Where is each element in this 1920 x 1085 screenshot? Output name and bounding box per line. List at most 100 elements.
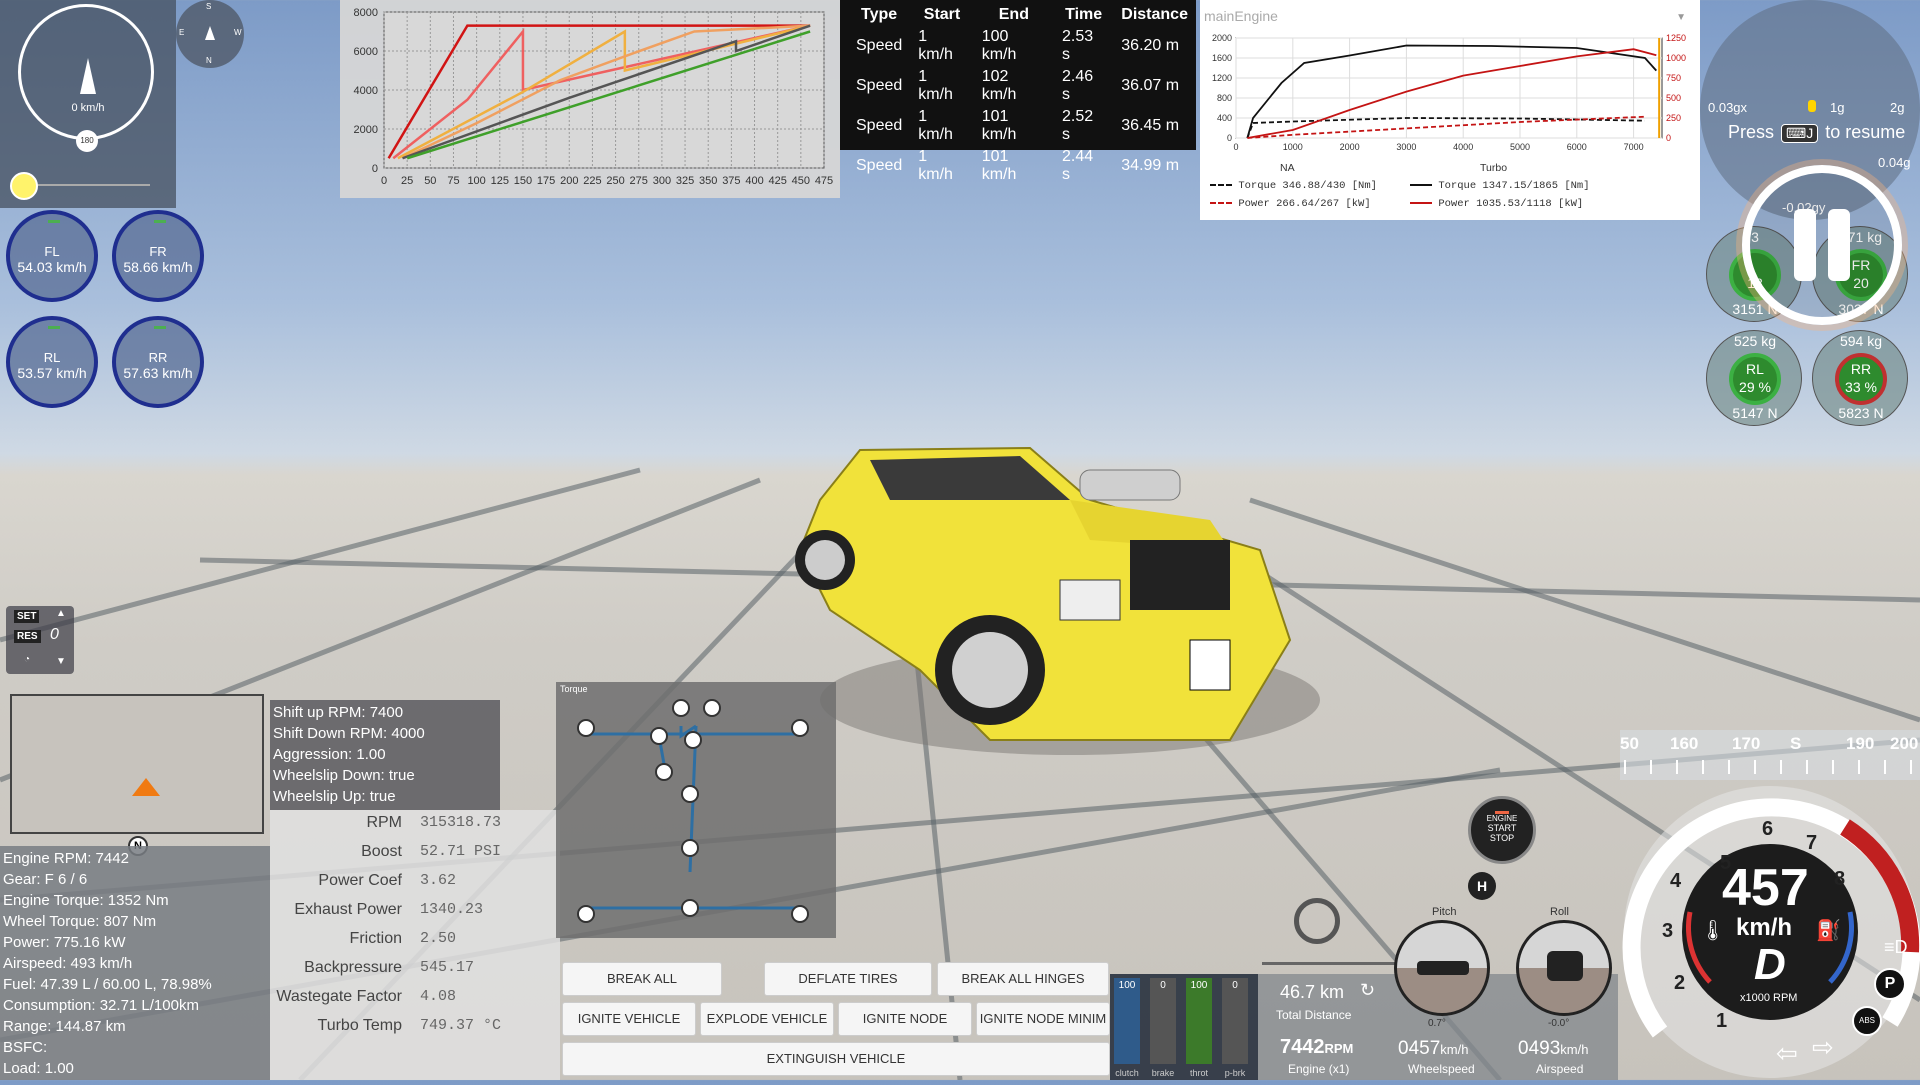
legend-swatch (1410, 184, 1432, 187)
heading-mark (1780, 760, 1782, 774)
table-cell: 36.20 m (1121, 37, 1180, 54)
heading-mark (1910, 760, 1912, 774)
speed-slider-handle[interactable] (10, 172, 38, 200)
table-header: Type (861, 6, 898, 23)
abs-indicator: ABS (1852, 1006, 1882, 1036)
acceleration-times-table: Type Start End Time Distance Speed 1 km/… (848, 4, 1196, 186)
wheel-speed: 58.66 km/h (123, 259, 193, 275)
stat-line: Power: 775.16 kW (3, 934, 126, 951)
table-header: Distance (1121, 6, 1188, 23)
total-distance-label: Total Distance (1276, 1008, 1352, 1022)
shift-line: Wheelslip Up: true (273, 788, 396, 805)
x-tick-label: 0 (381, 175, 387, 187)
x-tick-label: 0 (1233, 142, 1238, 152)
table-header: Start (923, 6, 961, 23)
rpm-tick: 2 (1674, 972, 1686, 994)
y-tick-label: 4000 (354, 85, 378, 97)
pedal-value: 100 (1118, 980, 1136, 991)
pedal-label: clutch (1115, 1068, 1139, 1078)
engine-selector[interactable]: mainEngine (1204, 8, 1278, 24)
break-all-breakgroups-button[interactable]: BREAK ALL BREAKGROUPS (562, 962, 722, 1018)
table-cell: 101 km/h (981, 108, 1017, 143)
y-right-tick-label: 1000 (1666, 53, 1686, 63)
wheel-label: RL (43, 350, 61, 365)
legend-na-power: Power 266.64/267 [kW] (1238, 198, 1371, 210)
speed-readout: 457 (1722, 859, 1809, 917)
pedal-value: 100 (1190, 980, 1208, 991)
pedal-brake: 0 brake (1150, 978, 1176, 1078)
cruise-set-button[interactable]: SET (14, 610, 40, 623)
ignite-node-button[interactable]: IGNITE NODE (838, 1002, 972, 1036)
pedal-parking-brake: 0 p-brk (1222, 978, 1248, 1078)
dyno-na-title: NA (1280, 162, 1295, 174)
ignite-vehicle-button[interactable]: IGNITE VEHICLE (562, 1002, 696, 1036)
pitch-gauge (1394, 920, 1490, 1016)
wheel-speed: 53.57 km/h (17, 365, 87, 381)
reset-icon[interactable]: ↻ (1360, 980, 1375, 1001)
turbo-label: Turbo Temp (317, 1017, 402, 1034)
break-all-hinges-button[interactable]: BREAK ALL HINGES (937, 962, 1109, 996)
tyre-percent: 33 % (1845, 379, 1877, 395)
wheel-fl: FL 54.03 km/h (6, 210, 98, 302)
heading-mark (1650, 760, 1652, 774)
x-tick-label: 350 (699, 175, 717, 187)
heading-tick: 200 (1890, 734, 1919, 753)
shift-line: Shift up RPM: 7400 (273, 704, 404, 721)
deflate-tires-button[interactable]: DEFLATE TIRES (764, 962, 932, 996)
pause-bar (1794, 209, 1816, 281)
y-right-tick-label: 0 (1666, 133, 1671, 143)
chevron-down-icon[interactable]: ▼ (1676, 12, 1686, 23)
pickup-truck-icon (1417, 961, 1469, 975)
table-cell: 2.53 s (1062, 28, 1094, 63)
rpm-value: 7442 (1280, 1036, 1325, 1058)
table-cell: 1 km/h (918, 108, 953, 143)
total-distance: 46.7 km (1280, 982, 1345, 1002)
table-cell: 1 km/h (918, 148, 953, 183)
table-cell: Speed (856, 117, 903, 134)
keyboard-key-icon: ⌨J (1781, 124, 1819, 143)
turn-right-icon: ⇨ (1812, 1032, 1834, 1062)
speedometer-icon: ◔ (24, 654, 31, 665)
stat-line: Airspeed: 493 km/h (3, 955, 133, 972)
extinguish-vehicle-button[interactable]: EXTINGUISH VEHICLE (562, 1042, 1110, 1076)
stat-line: Consumption: 32.71 L/100km (3, 997, 199, 1014)
legend-turbo-torque: Torque 1347.15/1865 [Nm] (1438, 180, 1590, 192)
minimap[interactable]: N (10, 694, 264, 856)
dyno-legend: NA Turbo Torque 346.88/430 [Nm] Power 26… (1210, 160, 1590, 216)
wheel-label: FL (44, 244, 60, 259)
y-left-tick-label: 800 (1217, 93, 1232, 103)
turbo-row: Exhaust Power 1340.23 (270, 901, 560, 930)
x-tick-label: 75 (447, 175, 459, 187)
g-ring-label: 1g (1830, 100, 1845, 115)
chevron-up-icon[interactable]: ▲ (56, 608, 66, 619)
wheelspeed-unit: km/h (1440, 1042, 1469, 1057)
heading-tick: 190 (1846, 734, 1875, 753)
pause-icon[interactable] (1742, 165, 1902, 325)
turbo-row: Backpressure 545.17 (270, 959, 560, 988)
cruise-res-button[interactable]: RES (14, 630, 41, 643)
y-left-tick-label: 1600 (1212, 53, 1232, 63)
handbrake-indicator: H (1468, 872, 1496, 900)
legend-swatch (1210, 202, 1232, 205)
explode-vehicle-button[interactable]: EXPLODE VEHICLE (700, 1002, 834, 1036)
engine-start-stop-button[interactable]: ENGINE START STOP (1468, 796, 1536, 864)
y-left-tick-label: 1200 (1212, 73, 1232, 83)
stat-line: BSFC: (3, 1039, 48, 1056)
x-tick-label: 475 (815, 175, 833, 187)
heading-mark (1676, 760, 1678, 774)
pitch-value: 0.7° (1428, 1018, 1446, 1029)
x-tick-label: 50 (424, 175, 436, 187)
vehicle-car (795, 446, 1320, 755)
legend-na-torque: Torque 346.88/430 [Nm] (1238, 180, 1377, 192)
chevron-down-icon[interactable]: ▼ (56, 656, 66, 667)
tyre-percent: 29 % (1739, 379, 1771, 395)
ignite-node-minimal-button[interactable]: IGNITE NODE MINIM (976, 1002, 1110, 1036)
y-left-tick-label: 2000 (1212, 33, 1232, 43)
g-ring-label: 2g (1890, 100, 1905, 115)
heading-mark (1806, 760, 1808, 774)
x-tick-label: 425 (769, 175, 787, 187)
x-tick-label: 325 (676, 175, 694, 187)
speed-unit: km/h (1736, 914, 1793, 941)
dyno-panel: mainEngine ▼ 0 1000 2000 3000 4000 5000 6000 70… (1200, 0, 1700, 220)
wheelspeed-value: 0457 (1398, 1038, 1441, 1059)
